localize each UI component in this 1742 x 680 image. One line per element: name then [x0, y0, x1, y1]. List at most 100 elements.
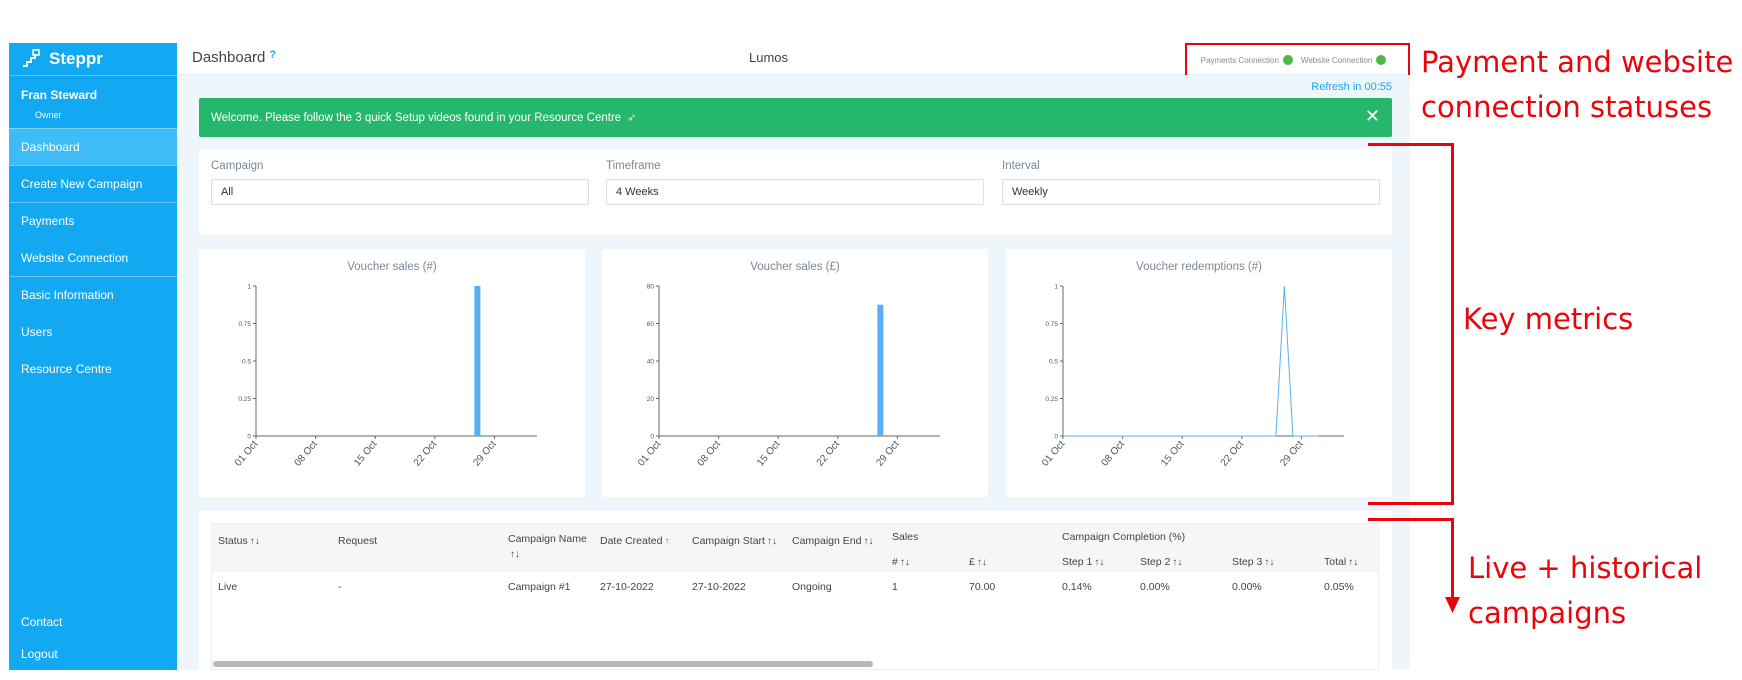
sort-icon[interactable]: ↑↓ [767, 536, 777, 547]
campaign-filter: Campaign All [211, 160, 589, 205]
website-connection-label: Website Connection [1300, 55, 1373, 65]
y-tick-label: 40 [647, 359, 655, 366]
cell-step2: 0.00% [1140, 581, 1170, 593]
user-name: Fran Steward [21, 88, 98, 102]
sidebar-item-resource-centre[interactable]: Resource Centre [9, 350, 177, 387]
sidebar-item-label: Website Connection [21, 250, 129, 265]
sort-icon[interactable]: ↑↓ [900, 557, 910, 568]
sidebar-item-dashboard[interactable]: Dashboard [9, 128, 177, 165]
y-tick-label: 20 [647, 396, 655, 403]
website-status-dot-icon [1376, 55, 1387, 65]
sidebar-item-logout[interactable]: Logout [9, 638, 177, 670]
table-header: Status ↑↓ Request Campaign Name ↑↓ Date C… [212, 524, 1378, 572]
annotation-bracket-top [1368, 143, 1453, 146]
y-tick-label: 0.75 [1045, 321, 1058, 328]
cell-campaign-name[interactable]: Campaign #1 [508, 581, 570, 593]
x-tick-label: 15 Oct [1159, 439, 1187, 469]
column-header-campaign-name[interactable]: Campaign Name ↑↓ [508, 532, 592, 562]
sort-icon[interactable]: ↑↓ [977, 557, 987, 568]
series-line [1063, 285, 1319, 437]
sidebar-item-label: Payments [21, 214, 75, 228]
y-tick-label: 0.25 [1045, 396, 1058, 403]
cell-campaign-end: Ongoing [792, 581, 832, 593]
annotation-connections-line1: Payment and website [1421, 45, 1734, 79]
x-tick-label: 01 Oct [233, 439, 261, 469]
timeframe-filter-label: Timeframe [606, 160, 661, 172]
annotation-campaigns-line2: campaigns [1468, 596, 1627, 630]
voucher-sales-gbp-chart: Voucher sales (£) 0 20 40 60 80 01 Oct 08 Oct 1… [602, 249, 988, 497]
sort-icon[interactable]: ↑↓ [510, 549, 520, 560]
y-tick-label: 80 [647, 284, 655, 291]
sidebar-item-label: Users [21, 324, 53, 339]
sort-icon[interactable]: ↑↓ [1348, 557, 1358, 568]
column-header-sales-count[interactable]: # ↑↓ [892, 556, 910, 568]
cell-step1: 0.14% [1062, 581, 1092, 593]
sort-icon[interactable]: ↑↓ [1094, 557, 1104, 568]
annotation-bracket-vertical [1451, 143, 1454, 505]
sort-icon[interactable]: ↑↓ [1172, 557, 1182, 568]
sidebar-item-website-connection[interactable]: Website Connection [9, 239, 177, 276]
sidebar-item-label: Create New Campaign [21, 177, 143, 191]
annotation-connections: Payment and website connection statuses [1421, 40, 1733, 130]
y-tick-label: 60 [647, 321, 655, 328]
close-icon[interactable]: ✕ [1365, 106, 1380, 127]
sidebar: Steppr Fran Steward Owner Dashboard Crea… [9, 43, 177, 670]
steppr-logo-icon [23, 49, 40, 67]
annotation-campaigns: Live + historical campaigns [1468, 546, 1702, 636]
x-tick-label: 01 Oct [636, 439, 664, 469]
x-tick-label: 22 Oct [412, 439, 440, 469]
sort-icon[interactable]: ↑↓ [863, 536, 873, 547]
cell-date-created: 27-10-2022 [600, 581, 654, 593]
bar [474, 286, 481, 436]
arrow-down-icon [1445, 597, 1460, 613]
column-header-date-created[interactable]: Date Created ↑ [600, 535, 669, 547]
brand-name: Steppr [49, 49, 103, 68]
x-tick-label: 22 Oct [815, 439, 843, 469]
page-title-text: Dashboard [192, 49, 266, 66]
x-tick-label: 08 Oct [293, 439, 321, 469]
help-icon[interactable]: ? [269, 49, 276, 61]
column-header-campaign-end[interactable]: Campaign End ↑↓ [792, 535, 873, 547]
x-tick-label: 08 Oct [696, 439, 724, 469]
sidebar-item-users[interactable]: Users [9, 313, 177, 350]
column-header-step3[interactable]: Step 3 ↑↓ [1232, 556, 1274, 568]
column-header-request: Request [338, 535, 378, 547]
annotation-campaigns-line1: Live + historical [1468, 551, 1703, 585]
sidebar-bottom-nav: Contact Logout [9, 606, 177, 670]
rocket-icon: ➶ [627, 112, 637, 124]
column-header-total[interactable]: Total ↑↓ [1324, 556, 1358, 568]
sidebar-nav: Dashboard Create New Campaign Payments W… [9, 128, 177, 387]
sidebar-item-label: Logout [21, 647, 58, 661]
payments-status-dot-icon [1282, 55, 1293, 65]
sort-asc-icon[interactable]: ↑ [664, 536, 669, 547]
y-tick-label: 1 [247, 284, 251, 291]
column-header-status[interactable]: Status ↑↓ [218, 535, 260, 547]
sidebar-item-basic-information[interactable]: Basic Information [9, 276, 177, 313]
horizontal-scrollbar[interactable] [213, 661, 873, 667]
timeframe-select[interactable]: 4 Weeks [606, 179, 984, 205]
x-tick-label: 29 Oct [1278, 439, 1306, 469]
cell-sales-gbp: 70.00 [969, 581, 996, 593]
sort-icon[interactable]: ↑↓ [250, 536, 260, 547]
interval-select[interactable]: Weekly [1002, 179, 1380, 205]
sidebar-item-payments[interactable]: Payments [9, 202, 177, 239]
brand[interactable]: Steppr [9, 43, 177, 76]
sidebar-item-label: Contact [21, 615, 63, 629]
x-tick-label: 22 Oct [1219, 439, 1247, 469]
filters-panel: Campaign All Timeframe 4 Weeks Interval … [199, 149, 1392, 235]
welcome-alert: Welcome. Please follow the 3 quick Setup… [199, 98, 1392, 137]
sidebar-item-label: Basic Information [21, 288, 114, 302]
sidebar-item-create-new-campaign[interactable]: Create New Campaign [9, 165, 177, 202]
sort-icon[interactable]: ↑↓ [1264, 557, 1274, 568]
interval-filter: Interval Weekly [1002, 160, 1380, 205]
sidebar-item-contact[interactable]: Contact [9, 606, 177, 638]
column-header-step1[interactable]: Step 1 ↑↓ [1062, 556, 1104, 568]
column-header-sales-gbp[interactable]: £ ↑↓ [969, 556, 987, 568]
bar [877, 304, 884, 436]
campaign-select[interactable]: All [211, 179, 589, 205]
y-tick-label: 0.5 [242, 359, 251, 366]
refresh-countdown[interactable]: Refresh in 00:55 [1311, 81, 1392, 93]
column-header-step2[interactable]: Step 2 ↑↓ [1140, 556, 1182, 568]
timeframe-filter: Timeframe 4 Weeks [606, 160, 984, 205]
column-header-campaign-start[interactable]: Campaign Start ↑↓ [692, 535, 777, 547]
